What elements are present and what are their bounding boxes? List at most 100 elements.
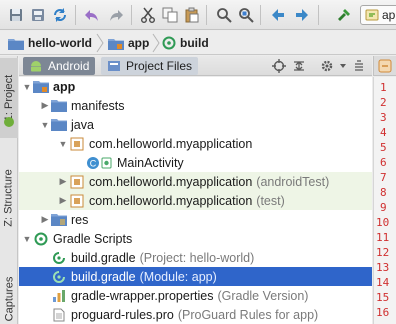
line-number: 1: [380, 81, 387, 94]
android-app-icon: [365, 9, 379, 21]
line-number: 14: [376, 276, 390, 289]
module-folder-icon: [33, 79, 49, 95]
expanded-arrow-icon[interactable]: ▼: [21, 229, 33, 248]
toolbar-separator: [318, 5, 319, 25]
breadcrumb-item-hello-world[interactable]: hello-world: [8, 34, 92, 52]
paste-icon[interactable]: [182, 5, 202, 25]
tree-item-proguard-rules[interactable]: proguard-rules.pro (ProGuard Rules for a…: [19, 305, 372, 324]
tab-label: Android: [48, 59, 90, 73]
collapse-all-icon[interactable]: [291, 58, 307, 74]
tree-item-gradle-wrapper-properties[interactable]: gradle-wrapper.properties (Gradle Versio…: [19, 286, 372, 305]
tree-item-res[interactable]: ▶ res: [19, 210, 372, 229]
expanded-arrow-icon[interactable]: ▼: [57, 134, 69, 153]
breadcrumb-label: app: [128, 36, 150, 50]
tree-item-java[interactable]: ▼ java: [19, 115, 372, 134]
locate-icon[interactable]: [271, 58, 287, 74]
breadcrumb-item-app[interactable]: app: [108, 34, 149, 52]
build-icon[interactable]: [334, 5, 354, 25]
line-number: 9: [380, 201, 387, 214]
copy-icon[interactable]: [160, 5, 180, 25]
tab-android[interactable]: Android: [23, 57, 96, 75]
hide-panel-icon[interactable]: [351, 58, 367, 74]
tree-item-label: com.helloworld.myapplication: [89, 136, 253, 151]
expanded-arrow-icon[interactable]: ▼: [21, 77, 33, 96]
tree-item-label: com.helloworld.myapplication: [89, 174, 253, 189]
undo-icon[interactable]: [82, 5, 102, 25]
line-number: 8: [380, 186, 387, 199]
tree-item-label: manifests: [71, 98, 125, 113]
cut-icon[interactable]: [138, 5, 158, 25]
tree-item-app[interactable]: ▼ app: [19, 77, 372, 96]
line-number: 13: [376, 261, 390, 274]
tree-item-label: Gradle Scripts: [53, 231, 133, 246]
line-number: 12: [376, 246, 390, 259]
tab-label: Project Files: [126, 59, 193, 73]
class-icon: C: [85, 155, 113, 171]
settings-dropdown-icon[interactable]: [335, 58, 351, 74]
project-files-icon: [108, 61, 120, 71]
side-tab-label: 1: Project: [3, 74, 15, 122]
toolbar-separator: [131, 5, 132, 25]
tree-item-mainactivity[interactable]: C MainActivity: [19, 153, 372, 172]
breadcrumb-label: build: [180, 36, 209, 50]
tree-item-label: res: [71, 212, 89, 227]
side-tab-structure[interactable]: Z: Structure: [0, 152, 18, 244]
line-number: 10: [376, 216, 390, 229]
breadcrumb-item-build[interactable]: build: [162, 34, 209, 52]
folder-icon: [51, 98, 67, 114]
tree-item-package-androidtest[interactable]: ▶ com.helloworld.myapplication (androidT…: [19, 172, 372, 191]
android-file-icon: [378, 59, 392, 72]
save-icon[interactable]: [6, 5, 26, 25]
text-file-icon: [51, 307, 67, 323]
tree-item-label: app: [53, 79, 76, 94]
svg-text:C: C: [90, 158, 97, 168]
breadcrumb-separator-icon: [152, 33, 160, 53]
tree-item-sublabel: (androidTest): [256, 174, 330, 189]
editor-tab[interactable]: [373, 56, 396, 76]
line-number: 2: [380, 96, 387, 109]
tree-item-sublabel: (Gradle Version): [217, 288, 309, 303]
tree-item-gradle-scripts[interactable]: ▼ Gradle Scripts: [19, 229, 372, 248]
expanded-arrow-icon[interactable]: ▼: [39, 115, 51, 134]
tree-item-label: java: [71, 117, 94, 132]
tool-window-strip: 1: Project Z: Structure Captures: [0, 56, 18, 324]
gradle-icon: [33, 231, 49, 247]
folder-icon: [51, 117, 67, 133]
tree-item-package[interactable]: ▼ com.helloworld.myapplication: [19, 134, 372, 153]
tree-item-manifests[interactable]: ▶ manifests: [19, 96, 372, 115]
redo-icon[interactable]: [106, 5, 126, 25]
side-tab-captures[interactable]: Captures: [0, 268, 18, 324]
project-tree: ▼ app ▶ manifests ▼ java ▼ com.helloworl…: [19, 77, 372, 324]
find-icon[interactable]: [214, 5, 234, 25]
toolbar-separator: [75, 5, 76, 25]
breadcrumb-label: hello-world: [28, 36, 92, 50]
collapsed-arrow-icon[interactable]: ▶: [39, 210, 51, 229]
settings-gear-icon[interactable]: [319, 58, 335, 74]
save-all-icon[interactable]: [28, 5, 48, 25]
tree-item-label: com.helloworld.myapplication: [89, 193, 253, 208]
package-icon: [69, 193, 85, 209]
line-number: 15: [376, 291, 390, 304]
tab-project-files[interactable]: Project Files: [101, 57, 199, 75]
sync-icon[interactable]: [50, 5, 70, 25]
tree-item-label: build.gradle: [71, 269, 136, 284]
collapsed-arrow-icon[interactable]: ▶: [39, 96, 51, 115]
side-tab-label: Captures: [3, 276, 16, 322]
replace-icon[interactable]: [236, 5, 256, 25]
breadcrumb-separator-icon: [96, 33, 104, 53]
editor-line-gutter: 1 2 3 4 5 6 7 8 9 10 11 12 13 14 15 16: [373, 77, 396, 324]
line-number: 4: [380, 126, 387, 139]
tree-item-package-test[interactable]: ▶ com.helloworld.myapplication (test): [19, 191, 372, 210]
tree-item-sublabel: (Project: hello-world): [139, 250, 255, 265]
breadcrumb: hello-world app build: [0, 31, 396, 55]
line-number: 11: [376, 231, 390, 244]
forward-icon[interactable]: [292, 5, 312, 25]
collapsed-arrow-icon[interactable]: ▶: [57, 191, 69, 210]
run-configuration-dropdown[interactable]: app: [360, 5, 396, 25]
properties-file-icon: [51, 288, 67, 304]
back-icon[interactable]: [268, 5, 288, 25]
package-icon: [69, 136, 85, 152]
tree-item-build-gradle-module[interactable]: build.gradle (Module: app): [19, 267, 372, 286]
tree-item-build-gradle-project[interactable]: build.gradle (Project: hello-world): [19, 248, 372, 267]
collapsed-arrow-icon[interactable]: ▶: [57, 172, 69, 191]
